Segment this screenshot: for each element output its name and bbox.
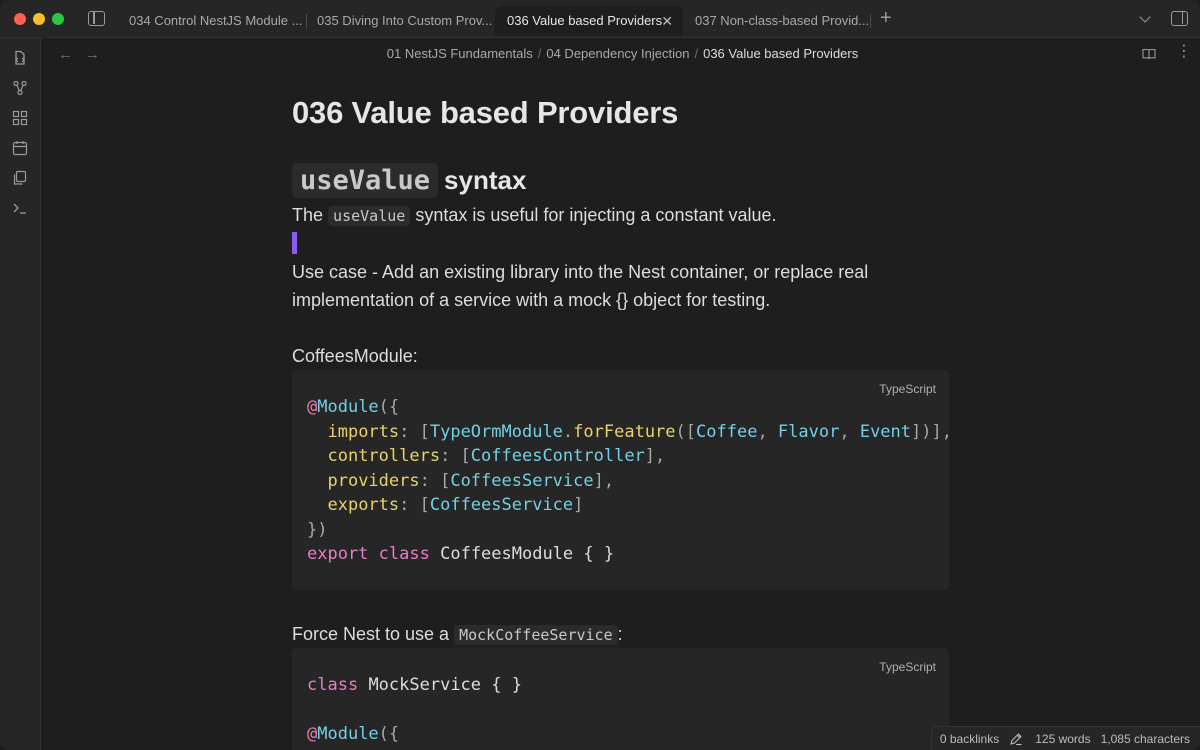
paragraph-force-nest[interactable]: Force Nest to use a MockCoffeeService: xyxy=(292,620,623,649)
code-block-coffees-module[interactable]: TypeScript @Module({ imports: [TypeOrmMo… xyxy=(292,370,952,590)
paragraph-use-case-line2[interactable]: implementation of a service with a mock … xyxy=(292,286,770,314)
code-lines: class MockService { } @Module({ xyxy=(307,673,522,747)
code-line: export class CoffeesModule { } xyxy=(307,544,615,564)
inline-code: useValue xyxy=(328,206,411,226)
code-line: class MockService { } xyxy=(307,675,522,695)
more-options-icon[interactable]: ⋮ xyxy=(1176,44,1192,60)
sidebar-toggle-icon[interactable] xyxy=(88,11,105,26)
code-line: providers: [CoffeesService], xyxy=(327,470,615,491)
breadcrumb-separator: / xyxy=(694,46,699,61)
new-tab-icon[interactable]: + xyxy=(880,8,892,28)
tab-036-active[interactable]: 036 Value based Providers ✕ xyxy=(495,6,683,36)
tab-037[interactable]: 037 Non-class-based Provid... xyxy=(683,6,871,36)
status-bar: 0 backlinks 125 words 1,085 characters xyxy=(930,726,1200,750)
title-bar: 034 Control NestJS Module ... 035 Diving… xyxy=(0,0,1200,38)
code-line: }) xyxy=(307,519,328,540)
breadcrumb: 01 NestJS Fundamentals / 04 Dependency Inj… xyxy=(0,46,1200,61)
heading-usevalue-syntax[interactable]: useValue syntax xyxy=(292,160,526,200)
copy-icon[interactable] xyxy=(12,170,28,186)
character-count: 1,085 characters xyxy=(1100,731,1190,746)
minimize-window-button[interactable] xyxy=(33,13,45,25)
inline-code: MockCoffeeService xyxy=(454,625,618,645)
code-block-mock-service[interactable]: TypeScript class MockService { } @Module… xyxy=(292,648,949,750)
code-language-label: TypeScript xyxy=(879,382,936,396)
paragraph-use-case-line1[interactable]: Use case - Add an existing library into … xyxy=(292,258,868,286)
paragraph-text: Force Nest to use a xyxy=(292,624,450,644)
heading-inline-code: useValue xyxy=(292,162,439,198)
tab-035[interactable]: 035 Diving Into Custom Prov... xyxy=(305,6,495,36)
breadcrumb-current[interactable]: 036 Value based Providers xyxy=(703,46,858,61)
tab-label: 035 Diving Into Custom Prov... xyxy=(317,13,493,28)
backlinks-count[interactable]: 0 backlinks xyxy=(940,732,999,746)
breadcrumb-folder-2[interactable]: 04 Dependency Injection xyxy=(546,46,689,61)
terminal-icon[interactable] xyxy=(12,200,28,216)
reading-view-icon[interactable] xyxy=(1142,48,1156,60)
code-line: imports: [TypeOrmModule.forFeature([Coff… xyxy=(327,421,952,442)
close-tab-icon[interactable]: ✕ xyxy=(661,6,673,36)
maximize-window-button[interactable] xyxy=(52,13,64,25)
paragraph-intro[interactable]: The useValue syntax is useful for inject… xyxy=(292,201,777,230)
code-line: controllers: [CoffeesController], xyxy=(327,446,666,466)
chevron-down-icon[interactable] xyxy=(1139,11,1151,23)
graph-icon[interactable] xyxy=(12,80,28,96)
breadcrumb-folder-1[interactable]: 01 NestJS Fundamentals xyxy=(387,46,533,61)
paragraph-text: syntax is useful for injecting a constan… xyxy=(415,205,777,225)
tab-separator xyxy=(870,14,871,28)
pencil-icon[interactable] xyxy=(1009,732,1023,746)
label-coffees-module[interactable]: CoffeesModule: xyxy=(292,342,418,370)
paragraph-text: The xyxy=(292,205,324,225)
heading-text: syntax xyxy=(444,164,527,195)
tab-label: 036 Value based Providers xyxy=(507,13,663,28)
breadcrumb-separator: / xyxy=(537,46,542,61)
text-cursor xyxy=(292,232,297,254)
tab-label: 034 Control NestJS Module ... xyxy=(129,13,303,28)
code-line: @Module({ xyxy=(307,397,400,417)
right-sidebar-toggle-icon[interactable] xyxy=(1171,11,1188,26)
code-lines: @Module({ imports: [TypeOrmModule.forFea… xyxy=(307,395,952,567)
code-language-label: TypeScript xyxy=(879,660,936,674)
paragraph-text: : xyxy=(617,624,623,644)
app-window: 034 Control NestJS Module ... 035 Diving… xyxy=(0,0,1200,750)
tab-034[interactable]: 034 Control NestJS Module ... xyxy=(117,6,307,36)
calendar-icon[interactable] xyxy=(12,140,28,156)
close-window-button[interactable] xyxy=(14,13,26,25)
grid-icon[interactable] xyxy=(12,110,28,126)
code-line: @Module({ xyxy=(307,724,400,744)
note-title[interactable]: 036 Value based Providers xyxy=(292,95,678,131)
tab-label: 037 Non-class-based Provid... xyxy=(695,13,870,28)
word-count: 125 words xyxy=(1035,731,1091,746)
ribbon xyxy=(0,38,41,750)
code-line: exports: [CoffeesService] xyxy=(327,495,584,515)
